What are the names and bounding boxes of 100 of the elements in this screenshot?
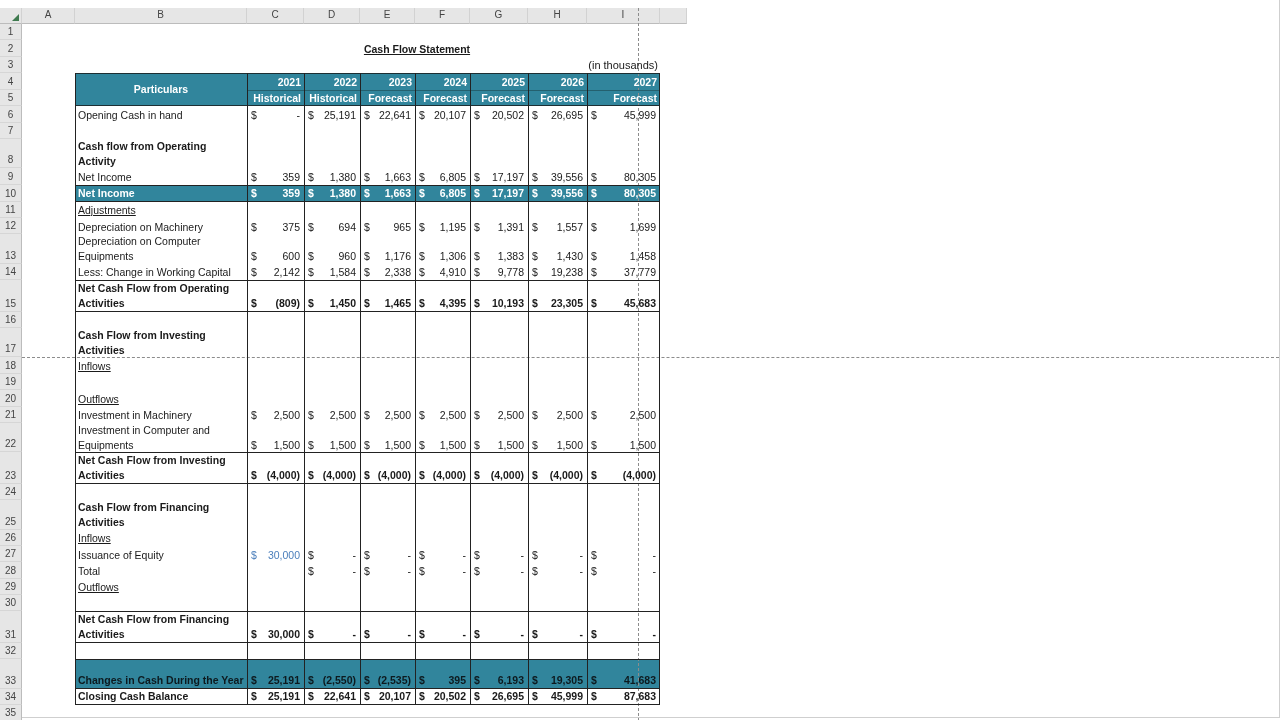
year-header: 2027 (633, 74, 657, 90)
row-number[interactable]: 4 (0, 73, 22, 90)
row-number[interactable]: 2 (0, 40, 22, 57)
currency-symbol: $ (364, 295, 370, 311)
amount-value: 2,500 (273, 408, 300, 423)
amount-value: 1,663 (384, 170, 411, 185)
currency-symbol: $ (419, 672, 425, 688)
row-number[interactable]: 30 (0, 595, 22, 612)
row-number[interactable]: 23 (0, 452, 22, 484)
currency-symbol: $ (419, 408, 425, 423)
currency-symbol: $ (308, 219, 314, 235)
column-header[interactable]: G (470, 8, 528, 24)
amount-value: (2,550) (322, 672, 356, 688)
amount-value: - (352, 627, 356, 642)
amount-value: 2,500 (497, 408, 524, 423)
amount-value: 960 (338, 249, 356, 264)
currency-symbol: $ (591, 627, 597, 642)
year-header: 2025 (501, 74, 525, 90)
column-header[interactable]: D (304, 8, 360, 24)
row-number[interactable]: 25 (0, 500, 22, 530)
amount-value: 1,383 (497, 249, 524, 264)
amount-value: 39,556 (550, 170, 583, 185)
subheading-label: Adjustments (78, 203, 136, 218)
unit-note: (in thousands) (588, 58, 658, 74)
column-header[interactable]: B (75, 8, 247, 24)
amount-value: 1,195 (439, 219, 466, 235)
row-number[interactable]: 1 (0, 24, 22, 41)
currency-symbol: $ (251, 265, 257, 281)
amount-value: 1,663 (384, 185, 411, 201)
currency-symbol: $ (251, 627, 257, 642)
currency-symbol: $ (308, 170, 314, 185)
currency-symbol: $ (364, 219, 370, 235)
row-number[interactable]: 35 (0, 705, 22, 720)
basis-header: Historical (253, 90, 301, 106)
row-number[interactable]: 17 (0, 327, 22, 358)
amount-value: 1,500 (384, 437, 411, 453)
row-number[interactable]: 28 (0, 562, 22, 579)
currency-symbol: $ (532, 249, 538, 264)
amount-value: 10,193 (491, 295, 524, 311)
amount-value: 600 (282, 249, 300, 264)
row-number[interactable]: 31 (0, 611, 22, 643)
amount-value: - (520, 627, 524, 642)
amount-value: 1,500 (497, 437, 524, 453)
year-header: 2022 (333, 74, 357, 90)
row-label: Net Income (78, 185, 135, 201)
basis-header: Forecast (613, 90, 657, 106)
currency-symbol: $ (591, 265, 597, 281)
amount-value: 20,107 (378, 689, 411, 705)
amount-value: - (652, 547, 656, 563)
row-number[interactable]: 13 (0, 234, 22, 264)
currency-symbol: $ (251, 437, 257, 453)
currency-symbol: $ (474, 295, 480, 311)
column-header[interactable]: A (22, 8, 75, 24)
amount-value: 2,500 (629, 408, 656, 423)
amount-value: 17,197 (491, 185, 524, 201)
amount-value: 25,191 (267, 689, 300, 705)
row-number[interactable]: 18 (0, 357, 22, 374)
row-label: Less: Change in Working Capital (78, 265, 231, 281)
currency-symbol: $ (474, 185, 480, 201)
column-header[interactable]: E (360, 8, 415, 24)
row-number[interactable]: 9 (0, 168, 22, 185)
select-all-button[interactable] (0, 8, 22, 24)
amount-value: 39,556 (550, 185, 583, 201)
currency-symbol: $ (308, 563, 314, 579)
amount-value: - (296, 107, 300, 123)
row-label: Opening Cash in hand (78, 107, 183, 123)
currency-symbol: $ (532, 295, 538, 311)
amount-value: 375 (282, 219, 300, 235)
amount-value: 1,380 (329, 170, 356, 185)
amount-value: 22,641 (323, 689, 356, 705)
currency-symbol: $ (364, 249, 370, 264)
total-label: Closing Cash Balance (78, 689, 189, 705)
year-header: 2026 (560, 74, 584, 90)
currency-symbol: $ (364, 265, 370, 281)
currency-symbol: $ (419, 185, 425, 201)
amount-value: (2,535) (377, 672, 411, 688)
row-number[interactable]: 6 (0, 106, 22, 123)
basis-header: Forecast (481, 90, 525, 106)
currency-symbol: $ (308, 468, 314, 483)
currency-symbol: $ (251, 295, 257, 311)
amount-value: - (352, 547, 356, 563)
column-header[interactable]: I (587, 8, 660, 24)
amount-value: 4,910 (439, 265, 466, 281)
amount-value: 1,500 (439, 437, 466, 453)
currency-symbol: $ (419, 468, 425, 483)
amount-value: 1,500 (629, 437, 656, 453)
amount-value: 1,500 (273, 437, 300, 453)
currency-symbol: $ (419, 437, 425, 453)
amount-value: 30,000 (267, 627, 300, 642)
column-header[interactable]: C (247, 8, 304, 24)
column-header[interactable]: F (415, 8, 470, 24)
row-number[interactable]: 8 (0, 139, 22, 169)
row-number[interactable]: 15 (0, 280, 22, 312)
currency-symbol: $ (591, 107, 597, 123)
row-number[interactable]: 22 (0, 422, 22, 453)
row-number[interactable]: 20 (0, 390, 22, 407)
row-number[interactable]: 33 (0, 659, 22, 689)
amount-value: 965 (393, 219, 411, 235)
amount-value: - (520, 547, 524, 563)
column-header[interactable]: H (528, 8, 587, 24)
